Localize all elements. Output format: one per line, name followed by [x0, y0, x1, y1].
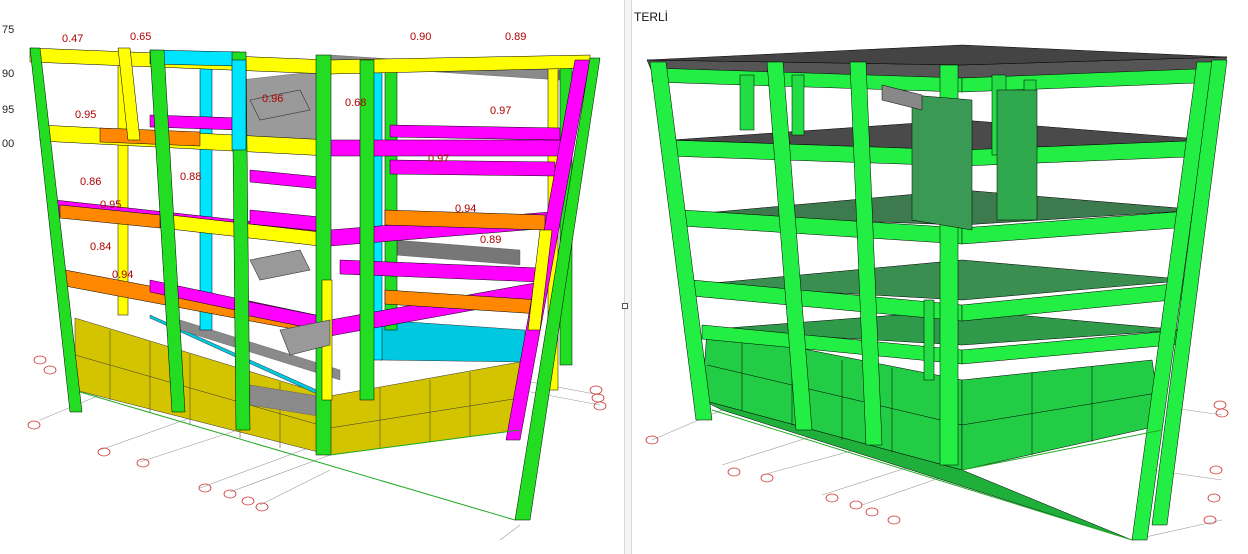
- ratio-label: 0.68: [345, 97, 366, 109]
- ratio-label: 0.90: [410, 31, 431, 43]
- ratio-label: 0.96: [262, 93, 283, 105]
- left-structure-model[interactable]: 0.47 0.65 0.90 0.95 0.97 0.86 0.95 0.94 …: [0, 0, 624, 554]
- left-3d-view-panel[interactable]: 75 90 95 00 0.47 0.65 0.90 0.95 0.97 0.8…: [0, 0, 624, 554]
- ratio-label: 0.84: [90, 241, 111, 253]
- ratio-label: 0.94: [112, 269, 133, 281]
- ratio-label: 0.95: [100, 199, 121, 211]
- ratio-label: 0.86: [80, 176, 101, 188]
- ratio-label: 0.97: [428, 153, 449, 165]
- divider-handle[interactable]: [622, 303, 628, 309]
- split-divider[interactable]: [624, 0, 632, 554]
- ratio-label: 0.88: [180, 171, 201, 183]
- ratio-label: 0.89: [505, 31, 526, 43]
- ratio-label: 0.47: [62, 33, 83, 45]
- ratio-label: 0.65: [130, 31, 151, 43]
- ratio-label: 0.89: [480, 234, 501, 246]
- right-structure-model[interactable]: [632, 0, 1248, 554]
- right-3d-view-panel[interactable]: TERLİ: [632, 0, 1248, 554]
- ratio-label: 0.95: [75, 109, 96, 121]
- ratio-label: 0.94: [455, 203, 476, 215]
- ratio-label: 0.97: [490, 105, 511, 117]
